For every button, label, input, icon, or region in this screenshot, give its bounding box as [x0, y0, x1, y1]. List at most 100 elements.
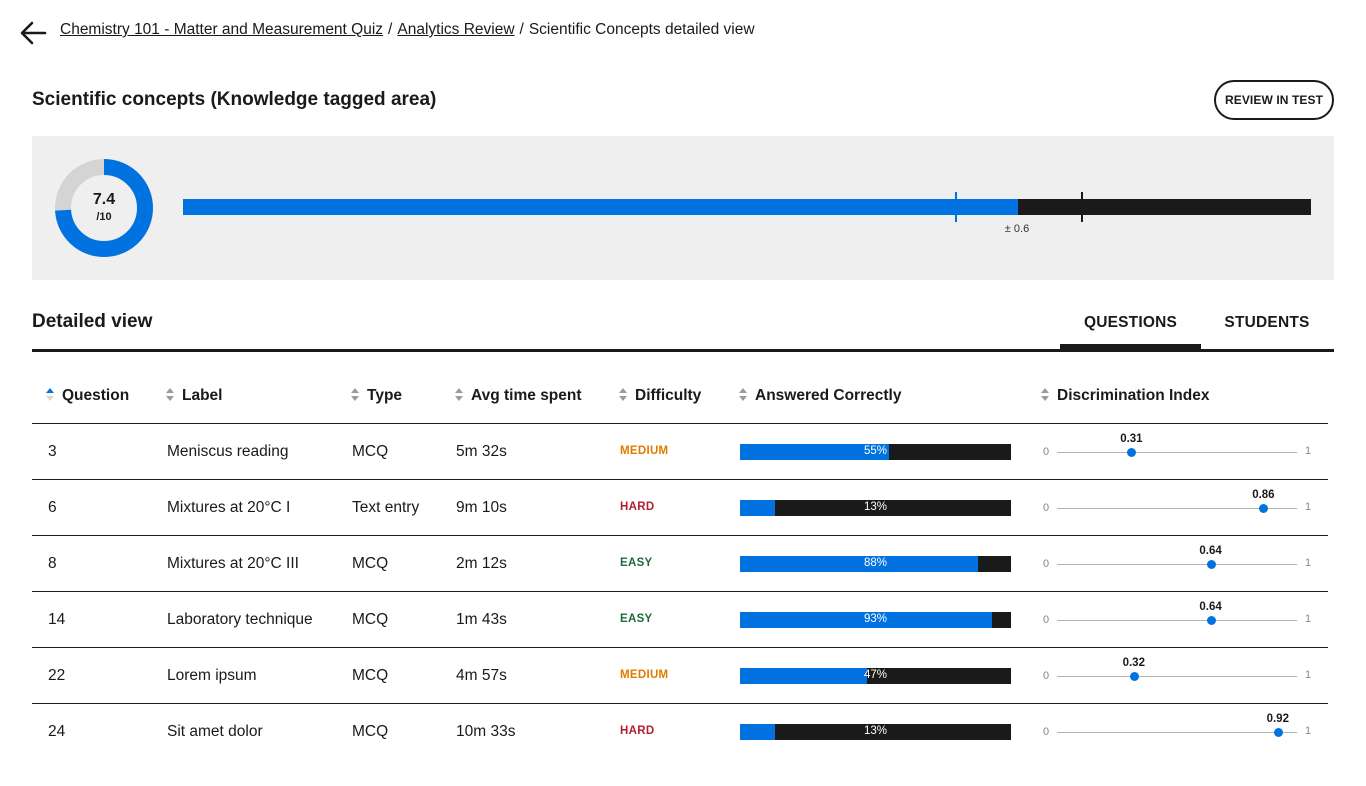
di-scale-line: [1057, 452, 1297, 453]
question-type: MCQ: [352, 443, 389, 460]
discrimination-index-scale: 0 1 0.92: [1040, 704, 1320, 760]
di-scale-min: 0: [1043, 670, 1050, 682]
answered-correctly-bar: 55%: [740, 444, 1011, 460]
question-type: MCQ: [352, 667, 389, 684]
score-upper-marker: [1080, 192, 1083, 222]
page-title: Scientific concepts (Knowledge tagged ar…: [32, 89, 437, 110]
di-value: 0.92: [1266, 713, 1289, 725]
table-header: Question Label Type Avg time spent Diffi…: [32, 380, 1328, 424]
column-header-label: Difficulty: [635, 387, 702, 404]
discrimination-index-scale: 0 1 0.32: [1040, 648, 1320, 704]
di-marker: [1127, 448, 1137, 457]
score-margin-label: ± 0.6: [1004, 223, 1030, 235]
di-marker: [1206, 616, 1216, 625]
di-scale-line: [1057, 732, 1297, 733]
avg-time-spent: 1m 43s: [456, 611, 507, 628]
question-number: 22: [48, 667, 66, 684]
di-marker: [1273, 728, 1283, 737]
answered-correctly-label: 13%: [863, 725, 888, 737]
difficulty-badge: MEDIUM: [620, 669, 669, 681]
discrimination-index-scale: 0 1 0.64: [1040, 536, 1320, 592]
column-header-type[interactable]: Type: [351, 387, 402, 405]
question-type: MCQ: [352, 723, 389, 740]
table-row[interactable]: 14 Laboratory technique MCQ 1m 43s EASY …: [32, 592, 1328, 648]
answered-correctly-label: 88%: [863, 557, 888, 569]
question-label: Mixtures at 20°C III: [167, 555, 299, 572]
di-scale-min: 0: [1043, 614, 1050, 626]
di-marker: [1129, 672, 1139, 681]
di-marker: [1206, 560, 1216, 569]
avg-time-spent: 5m 32s: [456, 443, 507, 460]
answered-correctly-label: 93%: [863, 613, 888, 625]
breadcrumb-link-analytics[interactable]: Analytics Review: [397, 21, 514, 38]
difficulty-badge: MEDIUM: [620, 445, 669, 457]
score-bar-fill: [183, 199, 1018, 215]
di-scale-line: [1057, 564, 1297, 565]
answered-correctly-bar: 13%: [740, 500, 1011, 516]
tab-students[interactable]: STUDENTS: [1212, 314, 1322, 350]
difficulty-badge: HARD: [620, 501, 655, 513]
question-label: Mixtures at 20°C I: [167, 499, 291, 516]
avg-time-spent: 2m 12s: [456, 555, 507, 572]
answered-correctly-bar: 13%: [740, 724, 1011, 740]
breadcrumb-separator: /: [519, 21, 524, 38]
di-scale-max: 1: [1305, 501, 1312, 513]
sort-icon: [619, 387, 627, 402]
question-number: 24: [48, 723, 66, 740]
column-header-discrimination-index[interactable]: Discrimination Index: [1041, 387, 1209, 405]
back-arrow-icon[interactable]: [18, 18, 48, 48]
answered-correctly-bar: 93%: [740, 612, 1011, 628]
review-in-test-button[interactable]: REVIEW IN TEST: [1214, 80, 1334, 120]
difficulty-badge: HARD: [620, 725, 655, 737]
avg-time-spent: 4m 57s: [456, 667, 507, 684]
discrimination-index-scale: 0 1 0.86: [1040, 480, 1320, 536]
table-row[interactable]: 24 Sit amet dolor MCQ 10m 33s HARD 13% 0…: [32, 704, 1328, 760]
question-number: 6: [48, 499, 57, 516]
breadcrumb-current: Scientific Concepts detailed view: [528, 21, 755, 38]
column-header-label: Type: [367, 387, 403, 404]
sort-icon: [351, 387, 359, 402]
di-scale-line: [1057, 620, 1297, 621]
table-row[interactable]: 6 Mixtures at 20°C I Text entry 9m 10s H…: [32, 480, 1328, 536]
question-label: Laboratory technique: [167, 611, 313, 628]
question-number: 3: [48, 443, 57, 460]
answered-correctly-label: 13%: [863, 501, 888, 513]
column-header-label: Label: [182, 387, 223, 404]
di-value: 0.64: [1199, 601, 1222, 613]
difficulty-badge: EASY: [620, 613, 653, 625]
table-row[interactable]: 8 Mixtures at 20°C III MCQ 2m 12s EASY 8…: [32, 536, 1328, 592]
question-number: 8: [48, 555, 57, 572]
column-header-label[interactable]: Label: [166, 387, 222, 405]
answered-correctly-label: 47%: [863, 669, 888, 681]
breadcrumb-link-quiz[interactable]: Chemistry 101 - Matter and Measurement Q…: [60, 21, 383, 38]
column-header-question[interactable]: Question: [46, 387, 129, 405]
di-scale-min: 0: [1043, 446, 1050, 458]
question-type: MCQ: [352, 611, 389, 628]
di-scale-max: 1: [1305, 557, 1312, 569]
di-scale-line: [1057, 676, 1297, 677]
di-value: 0.86: [1252, 489, 1275, 501]
column-header-label: Question: [62, 387, 130, 404]
question-label: Meniscus reading: [167, 443, 289, 460]
score-lower-marker: [954, 192, 957, 222]
column-header-avg-time[interactable]: Avg time spent: [455, 387, 582, 405]
answered-correctly-label: 55%: [863, 445, 888, 457]
di-scale-min: 0: [1043, 502, 1050, 514]
score-total: /10: [96, 211, 112, 223]
avg-time-spent: 10m 33s: [456, 723, 516, 740]
score-bar: [183, 199, 1311, 215]
table-row[interactable]: 3 Meniscus reading MCQ 5m 32s MEDIUM 55%…: [32, 424, 1328, 480]
column-header-difficulty[interactable]: Difficulty: [619, 387, 701, 405]
di-scale-min: 0: [1043, 558, 1050, 570]
detailed-view-title: Detailed view: [32, 311, 153, 332]
di-marker: [1259, 504, 1269, 513]
di-value: 0.64: [1199, 545, 1222, 557]
column-header-answered-correctly[interactable]: Answered Correctly: [739, 387, 901, 405]
breadcrumb-separator: /: [388, 21, 393, 38]
discrimination-index-scale: 0 1 0.31: [1040, 424, 1320, 480]
discrimination-index-scale: 0 1 0.64: [1040, 592, 1320, 648]
di-scale-max: 1: [1305, 613, 1312, 625]
sort-ascending-icon: [46, 387, 54, 402]
di-value: 0.32: [1122, 657, 1145, 669]
table-row[interactable]: 22 Lorem ipsum MCQ 4m 57s MEDIUM 47% 0 1…: [32, 648, 1328, 704]
